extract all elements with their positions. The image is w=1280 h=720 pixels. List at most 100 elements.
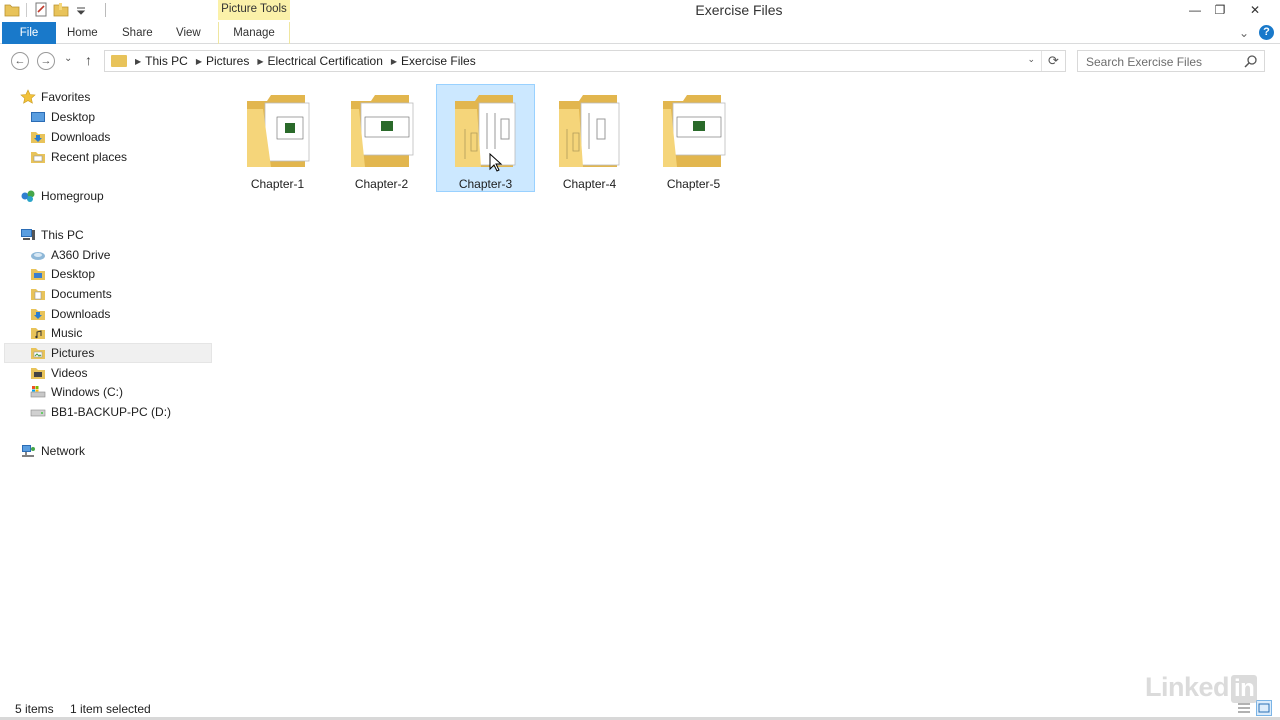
sidebar-item-label: This PC [41, 228, 84, 242]
large-icons-view-icon[interactable] [1256, 700, 1272, 716]
sidebar-item-desktop[interactable]: Desktop [30, 264, 95, 284]
tab-view[interactable]: View [176, 22, 201, 44]
downloads-folder-icon [30, 129, 46, 145]
network-icon [20, 443, 36, 459]
address-history-dropdown[interactable]: ⌄ [1027, 54, 1035, 65]
folder-icon [559, 95, 620, 167]
title-bar: Picture Tools Exercise Files — ❐ ✕ [0, 0, 1280, 22]
selection-count: 1 item selected [70, 702, 151, 716]
linkedin-watermark: Linked in [1145, 672, 1258, 703]
sidebar-item-videos[interactable]: Videos [30, 363, 87, 383]
window-title: Exercise Files [695, 2, 783, 18]
folder-tile[interactable]: Chapter-4 [540, 84, 639, 192]
refresh-button[interactable]: ⟳ [1041, 51, 1065, 71]
item-count: 5 items [15, 702, 54, 716]
folder-name: Chapter-4 [562, 177, 617, 191]
pictures-folder-icon [30, 345, 46, 361]
folder-name: Chapter-2 [354, 177, 409, 191]
breadcrumb-exercise-files[interactable]: Exercise Files [401, 54, 476, 68]
chevron-right-icon[interactable]: ▶ [196, 57, 202, 66]
sidebar-item-label: Windows (C:) [51, 385, 124, 399]
close-button[interactable]: ✕ [1241, 0, 1269, 20]
sidebar-item-music[interactable]: Music [30, 323, 82, 343]
folder-tile[interactable]: Chapter-1 [228, 84, 327, 192]
up-button[interactable]: ↑ [85, 52, 92, 68]
forward-button[interactable]: → [37, 52, 55, 70]
breadcrumb-electrical-certification[interactable]: Electrical Certification [268, 54, 383, 68]
sidebar-item-pictures[interactable]: Pictures [4, 343, 212, 363]
folder-tile-selected[interactable]: Chapter-3 [436, 84, 535, 192]
restore-icon: ❐ [1214, 3, 1226, 17]
back-button[interactable]: ← [11, 52, 29, 70]
homegroup-icon [20, 188, 36, 204]
restore-button[interactable]: ❐ [1207, 0, 1233, 20]
sidebar-item-this-pc[interactable]: This PC [20, 225, 84, 245]
drive-icon [30, 384, 46, 400]
refresh-icon: ⟳ [1048, 53, 1059, 68]
sidebar-item-favorites[interactable]: Favorites [20, 87, 90, 107]
sidebar-item-label: Desktop [51, 110, 96, 124]
minimize-icon: — [1189, 3, 1201, 17]
status-bar: 5 items 1 item selected [0, 698, 1280, 718]
folder-tile[interactable]: Chapter-2 [332, 84, 431, 192]
folder-icon [455, 95, 516, 167]
sidebar-item-label: Network [41, 444, 86, 458]
search-box[interactable]: Search Exercise Files [1077, 50, 1265, 72]
sidebar-item-label: Pictures [51, 346, 95, 360]
sidebar-item-desktop-fav[interactable]: Desktop [30, 107, 95, 127]
sidebar-item-label: Music [51, 326, 83, 340]
help-icon[interactable]: ? [1259, 25, 1274, 40]
sidebar-item-label: Videos [51, 366, 88, 380]
recent-locations-dropdown[interactable]: ⌄ [64, 53, 72, 64]
sidebar-item-network[interactable]: Network [20, 441, 85, 461]
folder-icon [351, 95, 414, 167]
breadcrumb-pictures[interactable]: Pictures [206, 54, 249, 68]
sidebar-item-label: Downloads [51, 130, 111, 144]
folder-tile[interactable]: Chapter-5 [644, 84, 743, 192]
tab-home[interactable]: Home [67, 22, 98, 44]
sidebar-item-backup-d[interactable]: BB1-BACKUP-PC (D:) [30, 402, 171, 422]
folder-icon [247, 95, 310, 167]
sidebar-item-downloads[interactable]: Downloads [30, 304, 110, 324]
sidebar-item-downloads-fav[interactable]: Downloads [30, 127, 110, 147]
sidebar-item-a360-drive[interactable]: A360 Drive [30, 245, 110, 265]
videos-folder-icon [30, 365, 46, 381]
drive-icon [30, 404, 46, 420]
music-folder-icon [30, 325, 46, 341]
chevron-right-icon[interactable]: ▶ [257, 57, 263, 66]
ribbon-controls: ⌄ ? [1239, 25, 1274, 40]
tab-manage[interactable]: Manage [218, 22, 290, 44]
sidebar-item-label: A360 Drive [51, 248, 111, 262]
sidebar-item-label: Favorites [41, 90, 91, 104]
search-input[interactable]: Search Exercise Files [1086, 55, 1202, 69]
chevron-right-icon[interactable]: ▶ [135, 57, 141, 66]
downloads-folder-icon [30, 306, 46, 322]
sidebar-item-label: Recent places [51, 150, 128, 164]
file-list: Chapter-1 Chapter-2 Chapter-3 Chapter-4 … [220, 82, 1270, 692]
sidebar-item-documents[interactable]: Documents [30, 284, 112, 304]
sidebar-item-label: Documents [51, 287, 112, 301]
sidebar-item-homegroup[interactable]: Homegroup [20, 186, 104, 206]
cloud-drive-icon [30, 247, 46, 263]
tab-share[interactable]: Share [122, 22, 153, 44]
forward-arrow-icon: → [40, 55, 52, 67]
expand-ribbon-icon[interactable]: ⌄ [1239, 26, 1249, 40]
tab-file[interactable]: File [2, 22, 56, 44]
folder-name: Chapter-1 [250, 177, 305, 191]
sidebar-item-recent-places[interactable]: Recent places [30, 147, 127, 167]
sidebar-item-windows-c[interactable]: Windows (C:) [30, 382, 123, 402]
navigation-pane: Favorites Desktop Downloads Recent place… [0, 84, 212, 694]
minimize-button[interactable]: — [1182, 0, 1208, 20]
desktop-icon [30, 109, 46, 125]
folder-name: Chapter-3 [458, 177, 513, 191]
address-folder-icon [111, 55, 127, 67]
computer-icon [20, 227, 36, 243]
ribbon-tabs: File Home Share View Manage ⌄ ? [0, 22, 1280, 44]
breadcrumb-this-pc[interactable]: This PC [145, 54, 188, 68]
sidebar-item-label: Downloads [51, 307, 111, 321]
search-icon[interactable] [1244, 54, 1258, 68]
sidebar-item-label: Desktop [51, 267, 96, 281]
address-bar[interactable]: ▶ This PC ▶ Pictures ▶ Electrical Certif… [104, 50, 1066, 72]
chevron-right-icon[interactable]: ▶ [391, 57, 397, 66]
documents-folder-icon [30, 286, 46, 302]
